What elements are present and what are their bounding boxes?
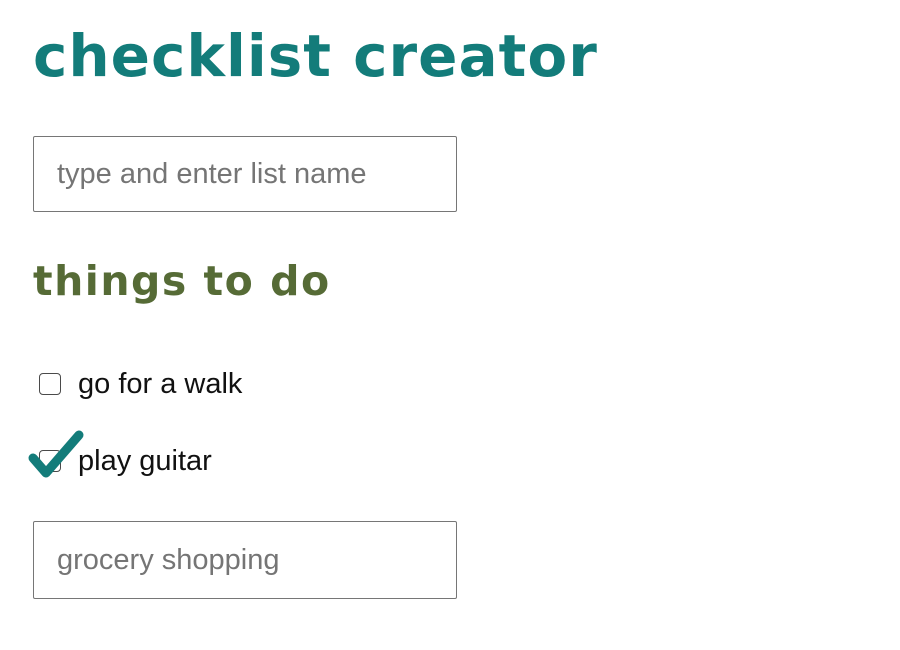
- item-label[interactable]: play guitar: [78, 445, 212, 478]
- list-item[interactable]: play guitar: [28, 430, 212, 479]
- list-heading: things to do: [33, 257, 331, 305]
- page-title: checklist creator: [33, 22, 598, 90]
- list-item[interactable]: go for a walk: [39, 366, 242, 402]
- new-item-input[interactable]: [33, 521, 457, 599]
- item-label[interactable]: go for a walk: [78, 368, 242, 401]
- item-checkbox-checked[interactable]: [28, 430, 84, 478]
- item-checkbox[interactable]: [39, 373, 61, 395]
- list-name-input[interactable]: [33, 136, 457, 212]
